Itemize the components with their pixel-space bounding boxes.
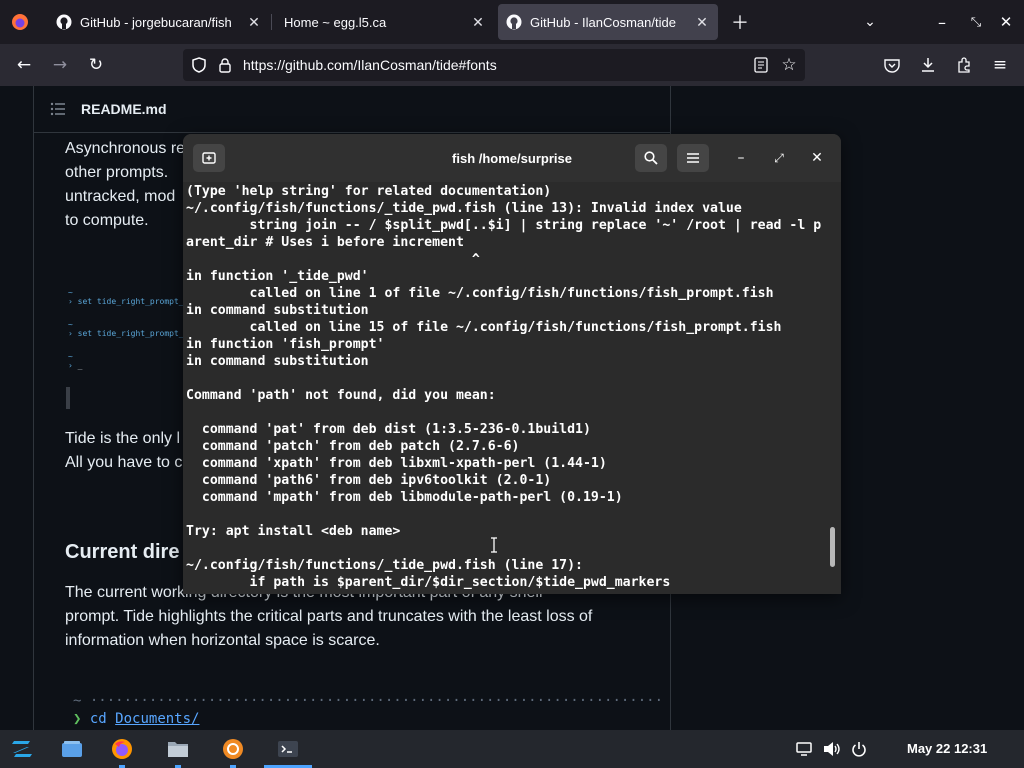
reload-icon[interactable]: ↻ bbox=[82, 51, 110, 79]
text-cursor-icon bbox=[490, 537, 498, 553]
readme-header: README.md bbox=[34, 86, 671, 133]
terminal-line: command 'patch' from deb patch (2.7.6-6) bbox=[186, 439, 520, 454]
volume-icon[interactable] bbox=[820, 737, 844, 761]
firefox-icon[interactable] bbox=[110, 737, 134, 761]
mini-line: › set tide_right_prompt_ bbox=[68, 297, 184, 306]
tab-egg-home[interactable]: Home ~ egg.l5.ca ✕ bbox=[272, 4, 494, 40]
terminal-line: in function '_tide_pwd' bbox=[186, 269, 369, 284]
zorin-menu-icon[interactable] bbox=[10, 737, 34, 761]
close-window-icon[interactable]: ✕ bbox=[992, 8, 1020, 36]
taskbar: May 22 12:31 bbox=[0, 730, 1024, 768]
power-icon[interactable] bbox=[847, 737, 871, 761]
terminal-line: in command substitution bbox=[186, 354, 369, 369]
mini-prompt-tilde: ~ bbox=[68, 288, 73, 297]
terminal-icon[interactable] bbox=[276, 737, 300, 761]
minimize-window-icon[interactable]: – bbox=[928, 8, 956, 36]
terminal-line: command 'path6' from deb ipv6toolkit (2.… bbox=[186, 473, 552, 488]
browser-tab-strip: GitHub - jorgebucaran/fish ✕ Home ~ egg.… bbox=[0, 0, 1024, 44]
search-icon[interactable] bbox=[635, 144, 667, 172]
para-line: All you have to c bbox=[65, 454, 183, 471]
extensions-icon[interactable] bbox=[950, 51, 978, 79]
tab-jorgebucaran-fish[interactable]: GitHub - jorgebucaran/fish ✕ bbox=[44, 4, 270, 40]
tab-ilancosman-tide[interactable]: GitHub - IlanCosman/tide ✕ bbox=[498, 4, 718, 40]
mini-prompt-tilde: ~ bbox=[68, 352, 73, 361]
terminal-line: command 'mpath' from deb libmodule-path-… bbox=[186, 490, 623, 505]
new-tab-button[interactable]: ＋ bbox=[726, 8, 754, 36]
shield-icon[interactable] bbox=[189, 55, 209, 75]
software-icon[interactable] bbox=[221, 737, 245, 761]
downloads-icon[interactable] bbox=[914, 51, 942, 79]
close-icon[interactable]: ✕ bbox=[805, 146, 829, 170]
demo-command-line: ❯ cd Documents/ bbox=[73, 711, 200, 727]
terminal-line: (Type 'help string' for related document… bbox=[186, 184, 552, 199]
terminal-line: called on line 1 of file ~/.config/fish/… bbox=[186, 286, 774, 301]
mini-line: › _ bbox=[68, 361, 83, 370]
intro-line: untracked, mod bbox=[65, 188, 176, 205]
readme-filename[interactable]: README.md bbox=[81, 101, 167, 117]
terminal-line: if path is $parent_dir/$dir_section/$tid… bbox=[186, 575, 671, 590]
lock-icon[interactable] bbox=[215, 55, 235, 75]
show-desktop-icon[interactable] bbox=[60, 737, 84, 761]
github-icon bbox=[56, 14, 72, 30]
github-icon bbox=[506, 14, 522, 30]
para-line: prompt. Tide highlights the critical par… bbox=[65, 608, 593, 625]
close-tab-icon[interactable]: ✕ bbox=[692, 14, 712, 31]
mini-prompt-tilde: ~ bbox=[68, 320, 73, 329]
para-line: information when horizontal space is sca… bbox=[65, 632, 380, 649]
outline-list-icon[interactable] bbox=[50, 101, 66, 120]
restore-window-icon[interactable]: ⤡ bbox=[962, 8, 990, 36]
mini-line: › set tide_right_prompt_ bbox=[68, 329, 184, 338]
tab-title: GitHub - IlanCosman/tide bbox=[530, 14, 676, 30]
hamburger-menu-icon[interactable]: ≡ bbox=[986, 51, 1014, 79]
terminal-line: ~/.config/fish/functions/_tide_pwd.fish … bbox=[186, 201, 742, 216]
list-all-tabs-icon[interactable]: ⌄ bbox=[856, 8, 884, 36]
terminal-output[interactable]: (Type 'help string' for related document… bbox=[186, 183, 831, 594]
close-tab-icon[interactable]: ✕ bbox=[468, 14, 488, 31]
files-icon[interactable] bbox=[166, 737, 190, 761]
terminal-scrollbar[interactable] bbox=[830, 527, 835, 567]
bookmark-star-icon[interactable]: ☆ bbox=[779, 55, 799, 75]
video-scrubber[interactable] bbox=[66, 387, 70, 409]
terminal-line: Command 'path' not found, did you mean: bbox=[186, 388, 496, 403]
hamburger-menu-icon[interactable] bbox=[677, 144, 709, 172]
terminal-line: called on line 15 of file ~/.config/fish… bbox=[186, 320, 782, 335]
intro-line: to compute. bbox=[65, 212, 149, 229]
terminal-line: arent_dir # Uses i before increment bbox=[186, 235, 464, 250]
firefox-menu-icon[interactable] bbox=[6, 8, 34, 36]
clock[interactable]: May 22 12:31 bbox=[907, 741, 987, 756]
close-tab-icon[interactable]: ✕ bbox=[244, 14, 264, 31]
terminal-headerbar[interactable]: fish /home/surprise – ⤢ ✕ bbox=[183, 134, 841, 182]
reader-view-icon[interactable] bbox=[751, 55, 771, 75]
terminal-line: in command substitution bbox=[186, 303, 369, 318]
maximize-icon[interactable]: ⤢ bbox=[767, 146, 791, 170]
intro-line: other prompts. bbox=[65, 164, 169, 181]
tab-title: Home ~ egg.l5.ca bbox=[284, 14, 387, 30]
back-arrow-icon[interactable]: ← bbox=[10, 51, 38, 79]
intro-line: Asynchronous re bbox=[65, 140, 186, 157]
forward-arrow-icon[interactable]: → bbox=[46, 51, 74, 79]
section-heading: Current dire bbox=[65, 541, 180, 563]
minimize-icon[interactable]: – bbox=[729, 146, 753, 170]
terminal-line: string join -- / $split_pwd[..$i] | stri… bbox=[186, 218, 822, 233]
terminal-line: command 'pat' from deb dist (1:3.5-236-0… bbox=[186, 422, 591, 437]
terminal-line: in function 'fish_prompt' bbox=[186, 337, 385, 352]
terminal-window[interactable]: fish /home/surprise – ⤢ ✕ (Type 'help st… bbox=[183, 134, 841, 594]
navigation-toolbar: ← → ↻ https://github.com/IlanCosman/tide… bbox=[0, 44, 1024, 86]
para-line: Tide is the only l bbox=[65, 430, 181, 447]
screen-icon[interactable] bbox=[792, 737, 816, 761]
terminal-line: command 'xpath' from deb libxml-xpath-pe… bbox=[186, 456, 607, 471]
demo-dots-line: ~ ······································… bbox=[73, 693, 739, 709]
url-text: https://github.com/IlanCosman/tide#fonts bbox=[243, 57, 497, 73]
url-bar[interactable]: https://github.com/IlanCosman/tide#fonts… bbox=[183, 49, 805, 81]
pocket-icon[interactable] bbox=[878, 51, 906, 79]
terminal-line: ~/.config/fish/functions/_tide_pwd.fish … bbox=[186, 558, 583, 573]
tab-title: GitHub - jorgebucaran/fish bbox=[80, 14, 232, 30]
terminal-line: Try: apt install <deb name> bbox=[186, 524, 401, 539]
terminal-line: ^ bbox=[186, 252, 480, 267]
